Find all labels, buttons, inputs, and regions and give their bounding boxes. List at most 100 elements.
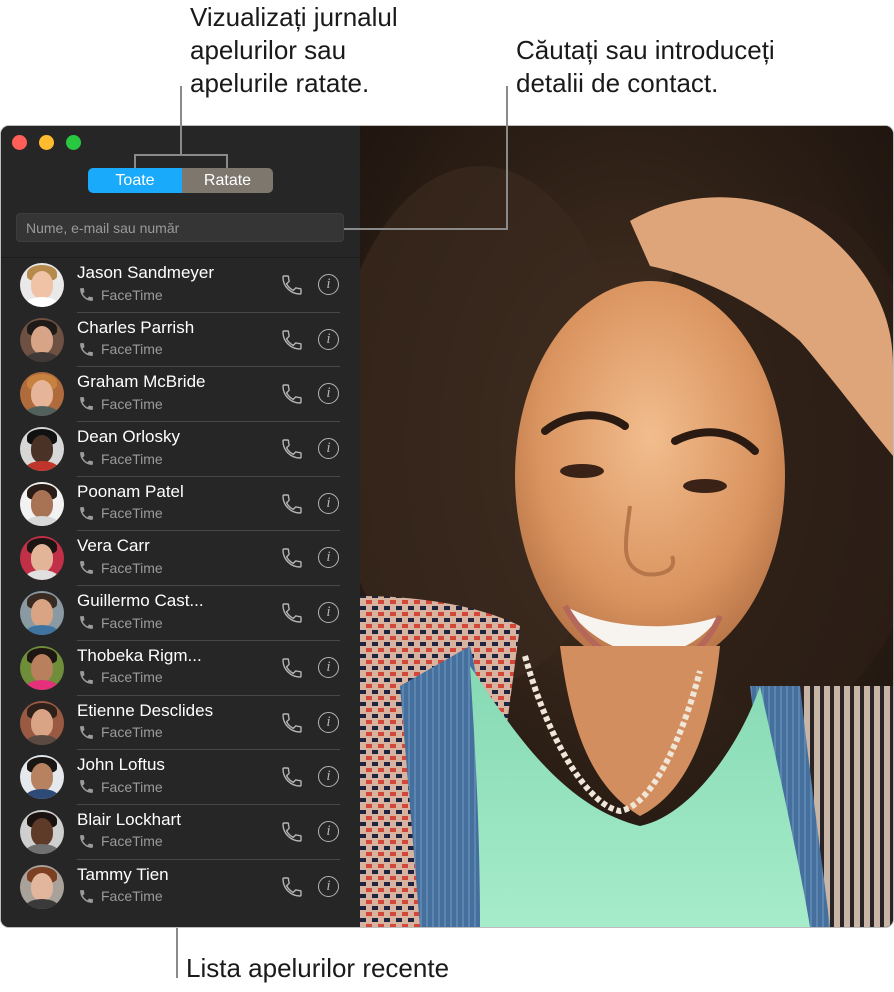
video-frame-image <box>360 126 893 927</box>
info-button[interactable]: i <box>318 328 339 350</box>
avatar-shirt <box>24 351 60 362</box>
avatar-face <box>31 271 53 299</box>
call-type: FaceTime <box>78 614 163 631</box>
recent-call-row[interactable]: John Loftus FaceTime i <box>1 750 360 805</box>
contact-name: Guillermo Cast... <box>77 591 204 611</box>
call-button[interactable] <box>280 711 304 735</box>
call-type: FaceTime <box>78 724 163 741</box>
callout-line-search-horizontal <box>344 228 508 230</box>
recent-call-row[interactable]: Dean Orlosky FaceTime i <box>1 422 360 477</box>
call-type-label: FaceTime <box>101 778 163 795</box>
info-button[interactable]: i <box>318 274 339 295</box>
avatar-face <box>31 435 53 464</box>
info-button[interactable]: i <box>318 438 339 460</box>
recent-call-row[interactable]: Graham McBride FaceTime i <box>1 367 360 423</box>
minimize-window-button[interactable] <box>39 135 54 150</box>
info-button[interactable]: i <box>318 547 339 569</box>
phone-icon <box>80 835 93 848</box>
contact-name: Dean Orlosky <box>77 427 180 447</box>
tab-all[interactable]: Toate <box>88 168 182 193</box>
call-type-label: FaceTime <box>101 395 163 412</box>
call-type-label: FaceTime <box>101 341 163 358</box>
avatar-face <box>31 489 53 518</box>
avatar-shirt <box>24 461 60 472</box>
contact-avatar <box>20 317 64 362</box>
call-button[interactable] <box>280 492 304 516</box>
avatar-face <box>31 325 53 354</box>
contact-avatar <box>20 755 64 800</box>
recent-calls-list: Jason Sandmeyer FaceTime i Charles Parri… <box>1 258 360 914</box>
recent-call-row[interactable]: Jason Sandmeyer FaceTime i <box>1 258 360 313</box>
avatar-shirt <box>24 734 60 745</box>
contact-name: John Loftus <box>77 755 165 775</box>
contact-name: Poonam Patel <box>77 481 184 501</box>
call-button[interactable] <box>280 437 304 461</box>
contact-avatar <box>20 864 64 909</box>
recent-call-row[interactable]: Thobeka Rigm... FaceTime i <box>1 641 360 696</box>
search-field[interactable] <box>16 213 344 242</box>
call-type: FaceTime <box>78 669 163 686</box>
avatar-face <box>31 763 53 792</box>
info-button[interactable]: i <box>318 492 339 514</box>
call-button[interactable] <box>280 328 304 352</box>
call-type: FaceTime <box>78 395 163 412</box>
call-type-label: FaceTime <box>101 888 163 905</box>
phone-icon <box>80 889 93 903</box>
sidebar: Toate Ratate Jason Sandmeyer FaceTime i … <box>1 126 360 927</box>
contact-name: Charles Parrish <box>77 317 195 337</box>
recent-call-row[interactable]: Poonam Patel FaceTime i <box>1 477 360 532</box>
call-type-label: FaceTime <box>101 450 163 467</box>
avatar-face <box>31 599 53 628</box>
recent-call-row[interactable]: Blair Lockhart FaceTime i <box>1 805 360 860</box>
call-button[interactable] <box>280 546 304 570</box>
info-button[interactable]: i <box>318 711 339 733</box>
info-button[interactable]: i <box>318 656 339 678</box>
avatar-shirt <box>24 515 60 526</box>
avatar-shirt <box>24 789 60 800</box>
tab-missed[interactable]: Ratate <box>182 168 273 193</box>
phone-icon <box>80 342 93 356</box>
recent-call-row[interactable]: Vera Carr FaceTime i <box>1 531 360 587</box>
avatar-shirt <box>24 570 60 581</box>
avatar-shirt <box>24 625 60 636</box>
info-button[interactable]: i <box>318 602 339 624</box>
contact-avatar <box>20 427 64 472</box>
contact-avatar <box>20 591 64 636</box>
call-button[interactable] <box>280 601 304 625</box>
contact-name: Jason Sandmeyer <box>77 263 215 282</box>
call-button[interactable] <box>280 273 304 297</box>
contact-avatar <box>20 645 64 690</box>
avatar-face <box>31 653 53 682</box>
info-button[interactable]: i <box>318 875 339 897</box>
call-type: FaceTime <box>78 888 163 905</box>
call-button[interactable] <box>280 382 304 406</box>
search-input[interactable] <box>17 214 343 241</box>
info-button[interactable]: i <box>318 766 339 788</box>
contact-name: Vera Carr <box>77 536 150 556</box>
zoom-window-button[interactable] <box>66 135 81 150</box>
recent-call-row[interactable]: Guillermo Cast... FaceTime i <box>1 586 360 641</box>
avatar-shirt <box>24 406 60 417</box>
recent-call-row[interactable]: Tammy Tien FaceTime i <box>1 860 360 915</box>
call-type-label: FaceTime <box>101 724 163 740</box>
call-type-label: FaceTime <box>101 833 163 850</box>
avatar-face <box>31 708 53 737</box>
avatar-shirt <box>24 843 60 854</box>
info-button[interactable]: i <box>318 820 339 842</box>
call-button[interactable] <box>280 656 304 680</box>
call-button[interactable] <box>280 820 304 844</box>
call-type: FaceTime <box>78 450 163 467</box>
close-window-button[interactable] <box>12 135 27 150</box>
recent-call-row[interactable]: Charles Parrish FaceTime i <box>1 313 360 368</box>
avatar-face <box>31 817 53 846</box>
call-type-label: FaceTime <box>101 286 163 303</box>
phone-icon <box>80 561 93 575</box>
info-button[interactable]: i <box>318 383 339 405</box>
call-button[interactable] <box>280 875 304 899</box>
call-button[interactable] <box>280 765 304 789</box>
phone-icon <box>80 616 93 629</box>
phone-icon <box>80 725 93 739</box>
contact-name: Tammy Tien <box>77 864 169 884</box>
recent-call-row[interactable]: Etienne Desclides FaceTime i <box>1 696 360 751</box>
callout-line-search-vertical <box>506 86 508 230</box>
